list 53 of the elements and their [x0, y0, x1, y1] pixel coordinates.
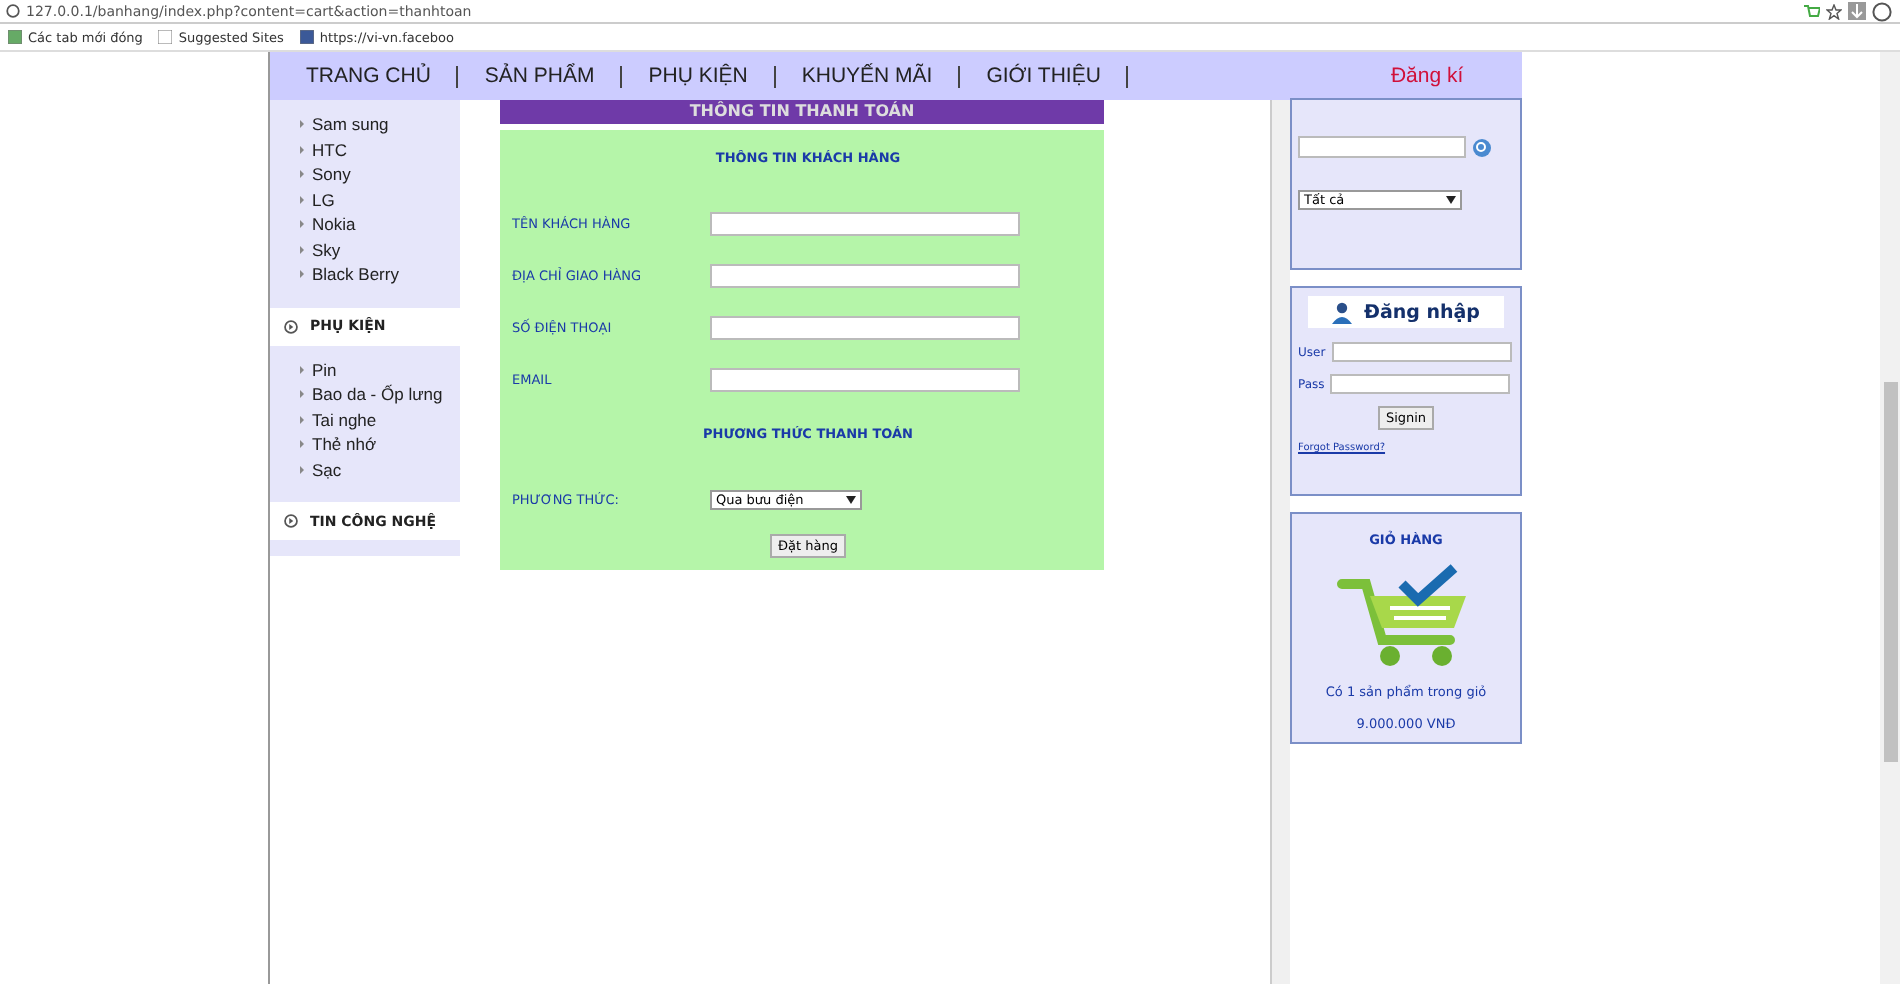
- user-icon: [1332, 301, 1352, 323]
- category-link[interactable]: Sam sung: [298, 112, 460, 137]
- list-bullet-icon: [298, 220, 306, 229]
- register-link[interactable]: Đăng kí: [1390, 64, 1464, 88]
- bookmark-icon: [158, 30, 173, 44]
- list-bullet-icon: [298, 440, 306, 449]
- search-icon[interactable]: [1472, 137, 1492, 157]
- search-field[interactable]: [1298, 136, 1466, 158]
- category-link[interactable]: Pin: [298, 357, 460, 382]
- list-bullet-icon: [298, 390, 306, 399]
- nav-link[interactable]: KHUYẾN MÃI: [801, 65, 961, 87]
- username-field[interactable]: [1331, 342, 1512, 362]
- star-icon[interactable]: [1826, 3, 1842, 19]
- list-bullet-icon: [298, 270, 306, 279]
- bookmark-icon: [8, 30, 22, 44]
- circle-icon[interactable]: [1872, 1, 1892, 21]
- list-bullet-icon: [298, 170, 306, 179]
- category-link[interactable]: Sạc: [298, 457, 460, 482]
- checkout-title: THÔNG TIN THANH TOÁN: [500, 100, 1104, 124]
- nav-link[interactable]: SẢN PHẨM: [484, 65, 623, 87]
- list-bullet-icon: [298, 465, 306, 474]
- list-bullet-icon: [298, 195, 306, 204]
- bookmark-icon: [299, 30, 314, 44]
- caret-icon: [1446, 196, 1456, 204]
- category-link[interactable]: Tai nghe: [298, 407, 460, 432]
- category-link[interactable]: Thẻ nhớ: [298, 432, 460, 457]
- category-link[interactable]: LG: [298, 187, 460, 212]
- circle-arrow-icon: [284, 319, 298, 333]
- caret-icon: [846, 496, 856, 504]
- nav-link[interactable]: TRANG CHỦ: [306, 65, 459, 87]
- list-bullet-icon: [298, 120, 306, 129]
- password-field[interactable]: [1330, 374, 1511, 394]
- login-title: Đăng nhập: [1364, 301, 1480, 323]
- list-bullet-icon: [298, 145, 306, 154]
- input-field[interactable]: [710, 368, 1020, 392]
- category-link[interactable]: HTC: [298, 137, 460, 162]
- category-link[interactable]: Black Berry: [298, 262, 460, 287]
- category-link[interactable]: Bao da - Ốp lưng: [298, 382, 460, 407]
- nav-link[interactable]: PHỤ KIỆN: [648, 65, 776, 87]
- category-link[interactable]: Sony: [298, 162, 460, 187]
- category-link[interactable]: Nokia: [298, 212, 460, 237]
- input-field[interactable]: [710, 212, 1020, 236]
- list-bullet-icon: [298, 415, 306, 424]
- input-field[interactable]: [710, 316, 1020, 340]
- category-link[interactable]: Sky: [298, 237, 460, 262]
- cart-icon[interactable]: [1804, 3, 1820, 19]
- list-bullet-icon: [298, 245, 306, 254]
- scrollbar[interactable]: [1880, 52, 1900, 984]
- circle-arrow-icon: [284, 514, 298, 528]
- download-icon[interactable]: [1848, 2, 1866, 20]
- list-bullet-icon: [298, 365, 306, 374]
- input-field[interactable]: [710, 264, 1020, 288]
- nav-link[interactable]: GIỚI THIỆU: [986, 65, 1129, 87]
